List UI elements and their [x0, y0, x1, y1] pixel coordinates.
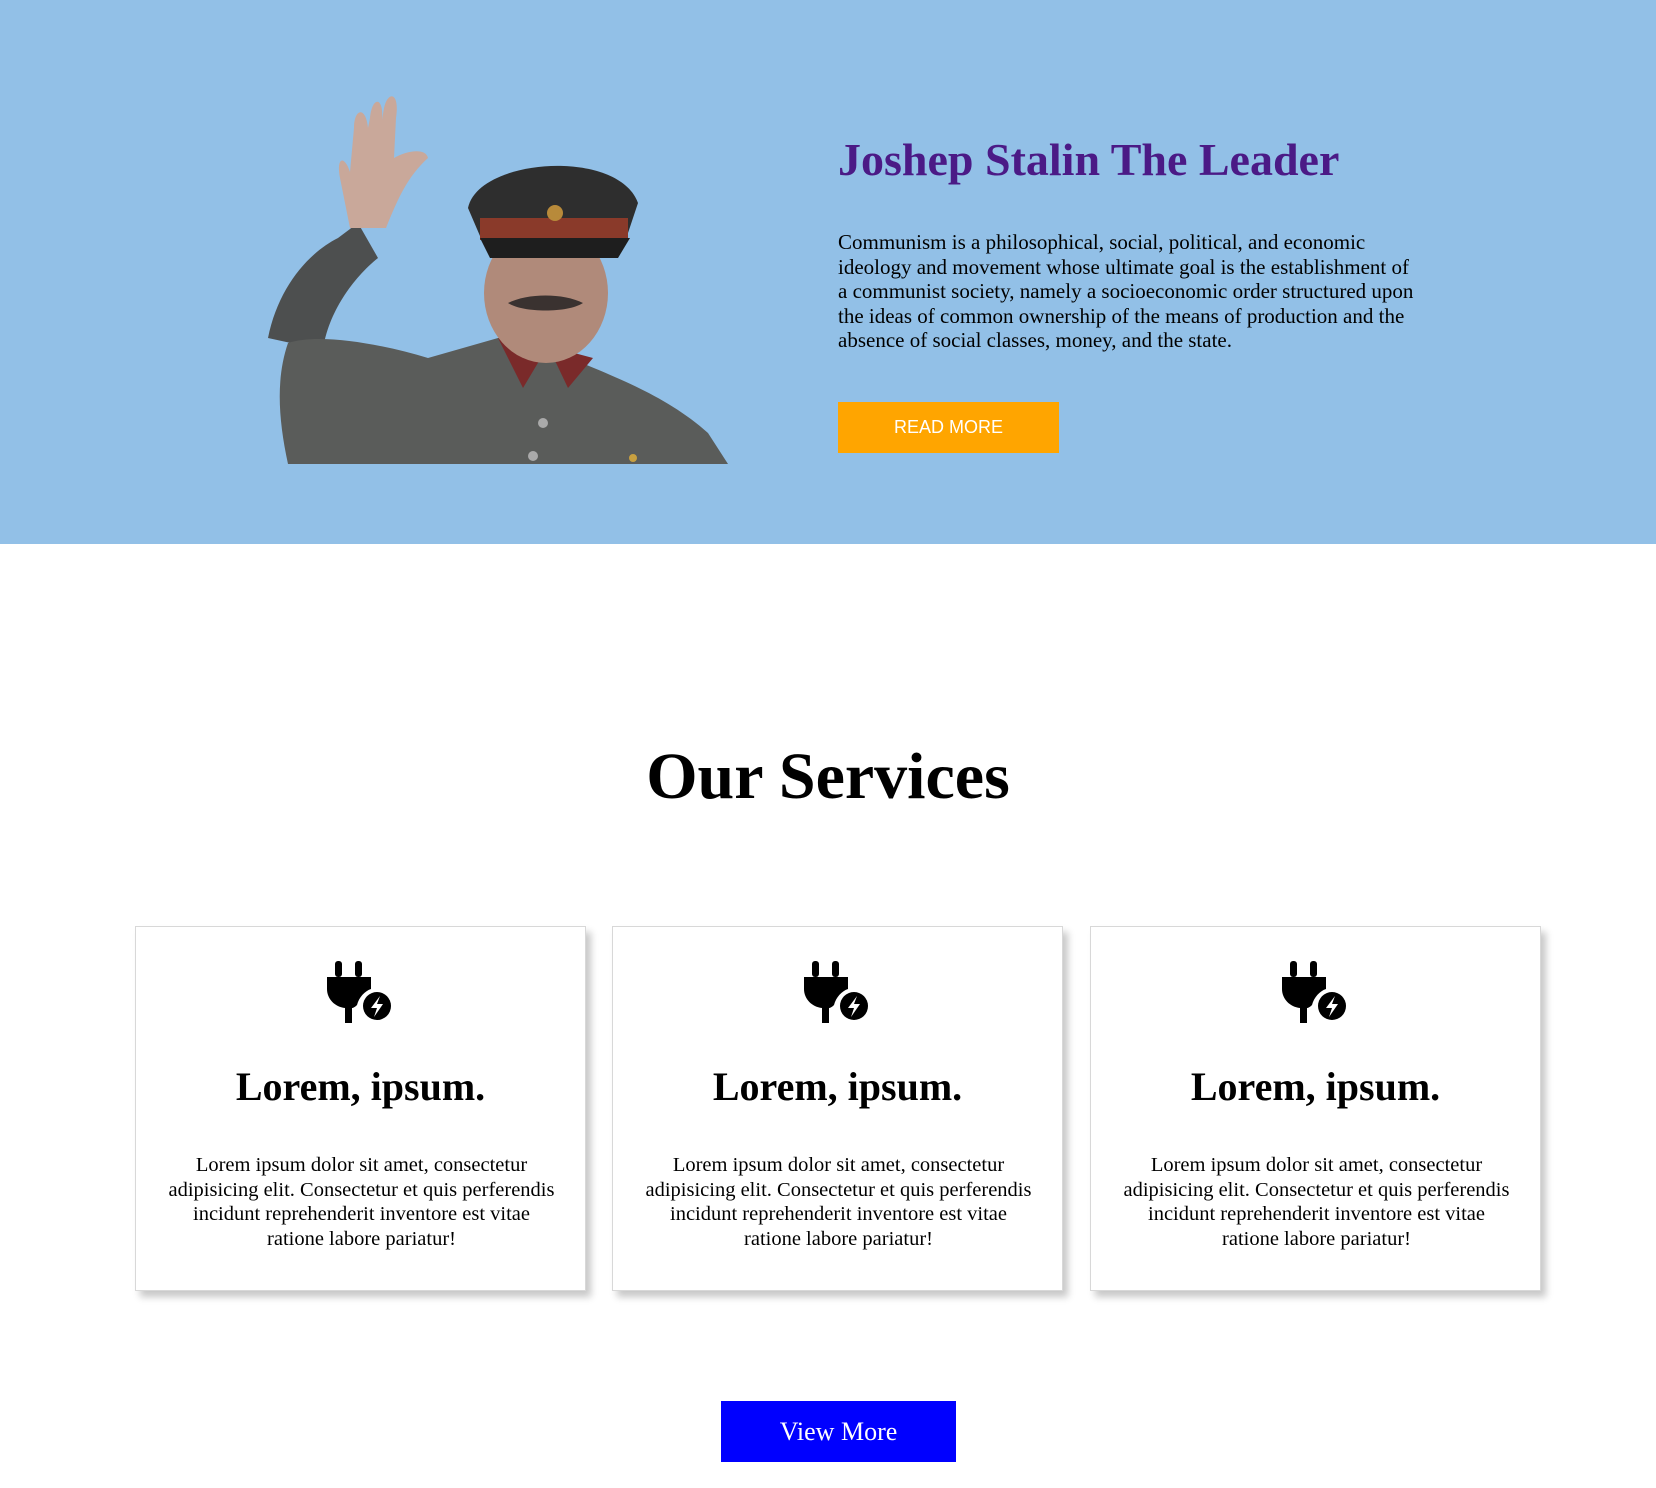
hero-title: Joshep Stalin The Leader: [838, 134, 1340, 185]
service-card-title: Lorem, ipsum.: [235, 1064, 486, 1109]
service-card: Lorem, ipsum. Lorem ipsum dolor sit amet…: [612, 926, 1063, 1291]
services-title: Our Services: [646, 740, 1010, 813]
service-card-text: Lorem ipsum dolor sit amet, consectetur …: [1123, 1154, 1510, 1250]
hero-description: Communism is a philosophical, social, po…: [838, 230, 1414, 352]
service-card-title: Lorem, ipsum.: [712, 1064, 963, 1109]
read-more-button[interactable]: READ MORE: [838, 402, 1059, 453]
service-card: Lorem, ipsum. Lorem ipsum dolor sit amet…: [135, 926, 586, 1291]
hero-section: Joshep Stalin The Leader Communism is a …: [0, 0, 1656, 544]
view-more-button[interactable]: View More: [721, 1401, 956, 1462]
hero-portrait-image: [258, 88, 742, 464]
plug-bolt-icon: [325, 961, 397, 1023]
service-card-title: Lorem, ipsum.: [1190, 1064, 1441, 1109]
service-card-text: Lorem ipsum dolor sit amet, consectetur …: [645, 1154, 1032, 1250]
service-card: Lorem, ipsum. Lorem ipsum dolor sit amet…: [1090, 926, 1541, 1291]
service-card-text: Lorem ipsum dolor sit amet, consectetur …: [168, 1154, 555, 1250]
plug-bolt-icon: [802, 961, 874, 1023]
plug-bolt-icon: [1280, 961, 1352, 1023]
hero-text-block: Joshep Stalin The Leader Communism is a …: [838, 130, 1418, 353]
